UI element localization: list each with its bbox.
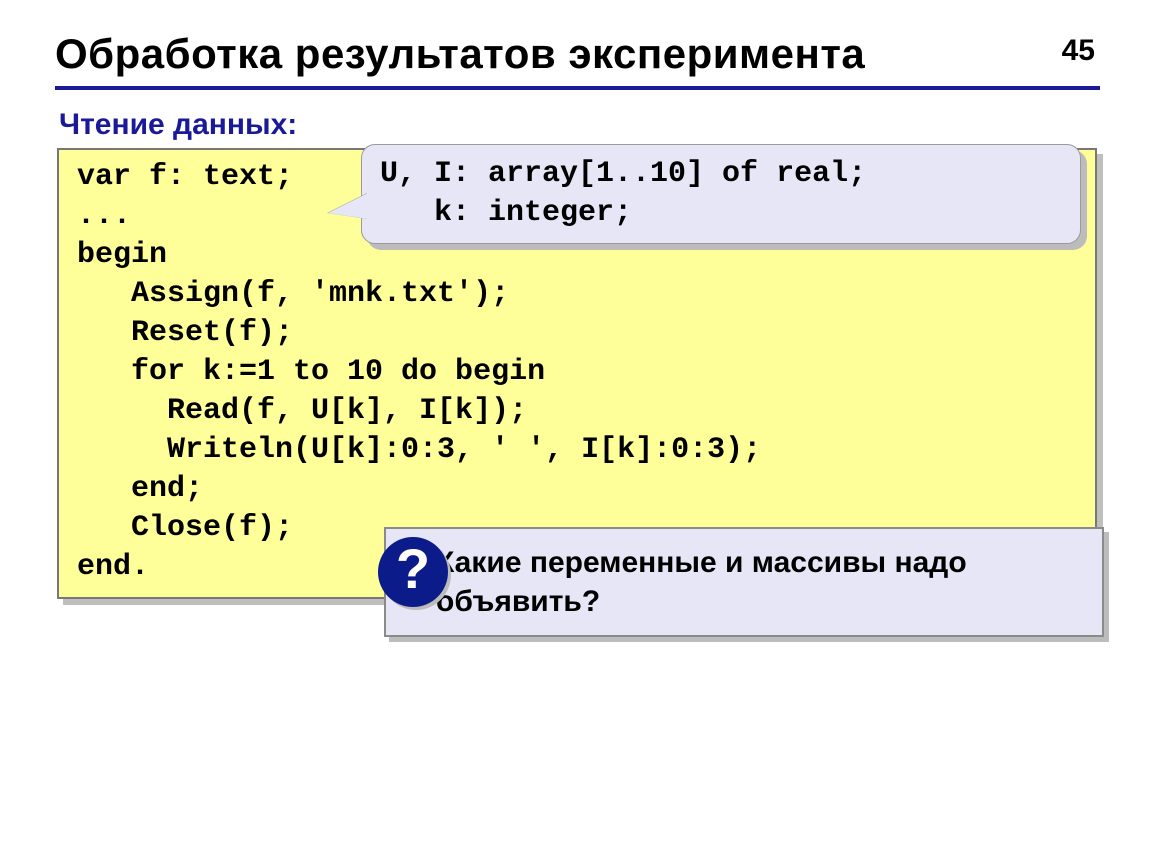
question-callout: ? Какие переменные и массивы надо объяви… <box>344 527 1104 637</box>
declaration-callout: U, I: array[1..10] of real; k: integer; <box>361 144 1081 244</box>
code-block: var f: text; ... begin Assign(f, 'mnk.tx… <box>57 148 1097 599</box>
slide-title: Обработка результатов эксперимента <box>55 30 1100 78</box>
callout-tail-icon <box>328 193 368 219</box>
page-number: 45 <box>1062 34 1095 68</box>
question-box: ? Какие переменные и массивы надо объяви… <box>384 527 1104 637</box>
title-divider <box>55 86 1100 90</box>
callout-text: U, I: array[1..10] of real; k: integer; <box>380 155 1062 233</box>
section-subtitle: Чтение данных: <box>59 108 1100 142</box>
slide: 45 Обработка результатов эксперимента Чт… <box>0 0 1150 864</box>
question-mark-icon: ? <box>378 537 448 607</box>
question-text: Какие переменные и массивы надо объявить… <box>436 546 967 618</box>
